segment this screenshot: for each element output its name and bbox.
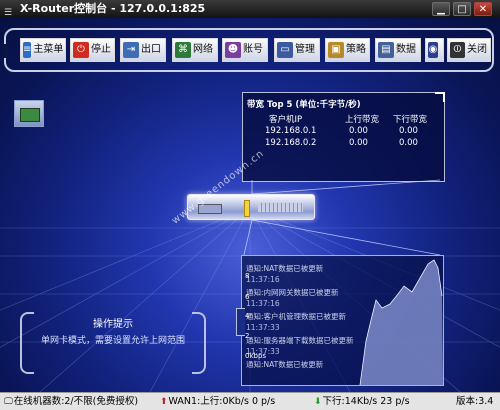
column-client-ip: 客户机IP bbox=[269, 115, 303, 125]
data-icon: ▤ bbox=[378, 42, 394, 58]
router-slots bbox=[258, 203, 303, 212]
chart-axis-label: 8 bbox=[245, 272, 250, 280]
box-icon: ▣ bbox=[328, 42, 344, 58]
log-time: 11:37:33 bbox=[246, 323, 280, 332]
online-count: 🖵在线机器数:2/不限(免费授权) bbox=[4, 393, 138, 410]
download-status: ⬇下行:14Kb/s 23 p/s bbox=[314, 393, 410, 410]
toolbar-button-4[interactable]: ⌘ 网络 bbox=[172, 38, 218, 62]
cell-download: 0.00 bbox=[399, 126, 418, 136]
hint-text: 单网卡模式，需要设置允许上网范围 bbox=[40, 336, 185, 346]
toolbar-button-6[interactable]: ▭ 管理 bbox=[274, 38, 320, 62]
toolbar-button-label: 出口 bbox=[141, 44, 161, 55]
wan-status: ⬆WAN1:上行:0Kb/s 0 p/s bbox=[160, 393, 275, 410]
toolbar-button-label: 管理 bbox=[295, 44, 315, 55]
cell-upload: 0.00 bbox=[349, 138, 368, 148]
status-bar: 🖵在线机器数:2/不限(免费授权) ⬆WAN1:上行:0Kb/s 0 p/s ⬇… bbox=[0, 392, 500, 410]
log-message: 通知:内网网关数据已被更新 bbox=[246, 288, 339, 297]
close-button[interactable]: ✕ bbox=[474, 2, 492, 16]
toolbar-button-label: 关闭 bbox=[467, 44, 487, 55]
toolbar-button-label: 账号 bbox=[243, 44, 263, 55]
log-time: 11:37:16 bbox=[246, 299, 280, 308]
router-led bbox=[244, 200, 250, 217]
download-text: 下行:14Kb/s 23 p/s bbox=[322, 396, 410, 407]
window-title: X-Router控制台 - 127.0.0.1:825 bbox=[20, 2, 206, 15]
monitor-icon: 🖵 bbox=[4, 397, 13, 407]
toolbar-button-8[interactable]: ▤ 数据 bbox=[375, 38, 421, 62]
status-widget[interactable] bbox=[14, 100, 44, 127]
chart-axis-label: 0kbps bbox=[245, 352, 267, 360]
power-icon: ⏻ bbox=[73, 42, 89, 58]
toolbar-button-10[interactable]: ⏼ 关闭 bbox=[447, 38, 491, 62]
log-time: 11:37:16 bbox=[246, 275, 280, 284]
minimize-button[interactable]: ▁ bbox=[432, 2, 450, 16]
cell-ip: 192.168.0.1 bbox=[265, 126, 317, 136]
table-row: 192.168.0.1 0.00 0.00 bbox=[243, 126, 443, 138]
cell-upload: 0.00 bbox=[349, 126, 368, 136]
hint-panel: 操作提示 单网卡模式，需要设置允许上网范围 bbox=[20, 312, 206, 374]
cell-ip: 192.168.0.2 bbox=[265, 138, 317, 148]
version-label: 版本:3.4 bbox=[456, 396, 494, 407]
bandwidth-header: 客户机IP 上行带宽 下行带宽 bbox=[243, 113, 443, 125]
log-panel: 通知:NAT数据已被更新 11:37:16 通知:内网网关数据已被更新 11:37:1… bbox=[241, 255, 444, 386]
router-console-window: ☰ X-Router控制台 - 127.0.0.1:825 ▁ □ ✕ ≡ 主菜单… bbox=[0, 0, 500, 410]
toolbar-button-label: 策略 bbox=[346, 44, 366, 55]
log-message: 通知:NAT数据已被更新 bbox=[246, 360, 324, 369]
toolbar-button-7[interactable]: ▣ 策略 bbox=[325, 38, 370, 62]
toolbar-icon-button[interactable]: ◉ bbox=[425, 38, 444, 62]
arrow-down-icon: ⬇ bbox=[314, 397, 322, 407]
toolbar-button-label: 数据 bbox=[396, 44, 416, 55]
hint-title: 操作提示 bbox=[93, 319, 133, 330]
chart-axis-label: 2 bbox=[245, 332, 250, 340]
shutdown-icon: ⏼ bbox=[450, 42, 465, 58]
monitor-icon: ▭ bbox=[277, 42, 293, 58]
cell-download: 0.00 bbox=[399, 138, 418, 148]
bandwidth-panel: 带宽 Top 5 (单位:千字节/秒) 客户机IP 上行带宽 下行带宽 192.… bbox=[242, 92, 445, 182]
globe-icon: ◉ bbox=[428, 42, 438, 58]
panel-corner bbox=[435, 92, 445, 102]
screen-icon bbox=[20, 108, 40, 122]
chart-axis-label: 6 bbox=[245, 293, 250, 301]
network-icon: ⌘ bbox=[175, 42, 191, 58]
toolbar-button-label: 网络 bbox=[193, 44, 213, 55]
bandwidth-title: 带宽 Top 5 (单位:千字节/秒) bbox=[247, 100, 361, 110]
table-row: 192.168.0.2 0.00 0.00 bbox=[243, 138, 443, 150]
log-message: 通知:服务器端下载数据已被更新 bbox=[246, 336, 354, 345]
column-download: 下行带宽 bbox=[393, 115, 428, 125]
users-icon: ☻ bbox=[225, 42, 241, 58]
exit-icon: ⇥ bbox=[123, 42, 139, 58]
chart-axis-label: 4 bbox=[245, 312, 250, 320]
title-bar: ☰ X-Router控制台 - 127.0.0.1:825 ▁ □ ✕ bbox=[0, 0, 500, 18]
panel-toggle-tab[interactable] bbox=[236, 308, 245, 336]
toolbar-button-label: 停止 bbox=[91, 44, 111, 55]
toolbar-button-label: 主菜单 bbox=[33, 44, 64, 55]
wan-text: WAN1:上行:0Kb/s 0 p/s bbox=[168, 396, 276, 407]
toolbar-button-5[interactable]: ☻ 账号 bbox=[222, 38, 268, 62]
menu-icon: ≡ bbox=[23, 42, 32, 58]
log-message: 通知:客户机管理数据已被更新 bbox=[246, 312, 347, 321]
column-upload: 上行带宽 bbox=[345, 115, 380, 125]
toolbar-button-1[interactable]: ≡ 主菜单 bbox=[20, 38, 66, 62]
maximize-button[interactable]: □ bbox=[453, 2, 471, 16]
toolbar-button-2[interactable]: ⏻ 停止 bbox=[70, 38, 115, 62]
arrow-up-icon: ⬆ bbox=[160, 397, 168, 407]
toolbar-button-3[interactable]: ⇥ 出口 bbox=[120, 38, 166, 62]
online-text: 在线机器数:2/不限(免费授权) bbox=[13, 396, 139, 407]
log-message: 通知:NAT数据已被更新 bbox=[246, 264, 324, 273]
